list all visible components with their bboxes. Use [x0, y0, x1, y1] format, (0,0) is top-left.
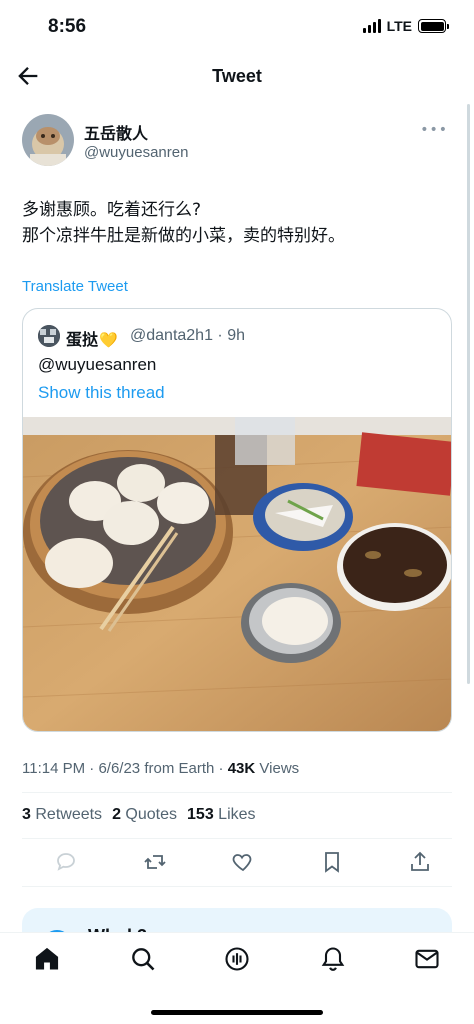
messages-icon[interactable] — [413, 945, 441, 973]
tweet-author: 五岳散人 @wuyuesanren ••• — [22, 114, 452, 170]
quoted-time: 9h — [227, 327, 245, 344]
page-title: Tweet — [212, 66, 262, 86]
quoted-tweet[interactable]: 蛋挞💛 @danta2h1 · 9h @wuyuesanren Show thi… — [22, 308, 452, 732]
divider — [22, 886, 452, 887]
status-icons: LTE — [362, 18, 449, 34]
tweet-source: from Earth — [144, 760, 215, 777]
quoted-handle: @danta2h1 · 9h — [130, 327, 245, 344]
tweet-meta: 11:14 PM · 6/6/23 from Earth · 43K Views — [22, 760, 300, 777]
more-options-icon[interactable]: ••• — [420, 122, 448, 138]
author-name[interactable]: 五岳散人 — [84, 120, 148, 144]
scrollbar[interactable] — [467, 104, 470, 684]
signal-icon — [362, 19, 381, 33]
likes-stat[interactable]: 153 Likes — [187, 806, 256, 824]
retweets-stat[interactable]: 3 Retweets — [22, 806, 102, 824]
status-bar: 8:56 LTE — [0, 0, 474, 54]
notifications-icon[interactable] — [319, 945, 347, 973]
tweet-stats: 3 Retweets 2 Quotes 153 Likes — [22, 806, 256, 824]
search-icon[interactable] — [129, 945, 157, 973]
bookmark-icon[interactable] — [320, 850, 344, 874]
quotes-stat[interactable]: 2 Quotes — [112, 806, 177, 824]
tweet-text-line: 多谢惠顾。吃着还行么? — [22, 200, 202, 220]
views-count: 43K — [227, 760, 256, 777]
quoted-handle-text: @danta2h1 — [130, 327, 213, 344]
tweet-text-line: 那个凉拌牛肚是新做的小菜，卖的特别好。 — [22, 226, 345, 246]
quoted-author-name: 蛋挞💛 — [66, 326, 118, 350]
home-icon[interactable] — [33, 945, 61, 973]
home-indicator — [151, 1010, 323, 1015]
retweet-icon[interactable] — [143, 850, 167, 874]
share-icon[interactable] — [408, 850, 432, 874]
quoted-name-text: 蛋挞 — [66, 330, 99, 349]
tweet-actions — [22, 850, 452, 878]
divider — [22, 838, 452, 839]
show-thread-link[interactable]: Show this thread — [38, 383, 165, 403]
quoted-avatar — [38, 325, 60, 347]
tweet-time: 11:14 PM — [22, 760, 86, 777]
yellow-heart-icon: 💛 — [99, 331, 118, 349]
network-label: LTE — [386, 18, 412, 34]
like-icon[interactable] — [231, 850, 255, 874]
divider — [22, 792, 452, 793]
author-handle[interactable]: @wuyuesanren — [84, 144, 188, 161]
quoted-body: @wuyuesanren — [38, 355, 157, 374]
battery-icon — [418, 19, 449, 33]
food-photo[interactable] — [23, 417, 452, 732]
tab-bar — [0, 932, 474, 1024]
avatar[interactable] — [22, 114, 74, 166]
status-time: 8:56 — [48, 16, 87, 37]
translate-link[interactable]: Translate Tweet — [22, 278, 128, 295]
tweet-text: 多谢惠顾。吃着还行么? 那个凉拌牛肚是新做的小菜，卖的特别好。 — [22, 197, 452, 249]
nav-header: Tweet — [0, 54, 474, 100]
views-label: Views — [259, 760, 300, 777]
tweet-date: 6/6/23 — [98, 760, 141, 777]
reply-icon[interactable] — [54, 850, 78, 874]
spaces-icon[interactable] — [223, 945, 251, 973]
